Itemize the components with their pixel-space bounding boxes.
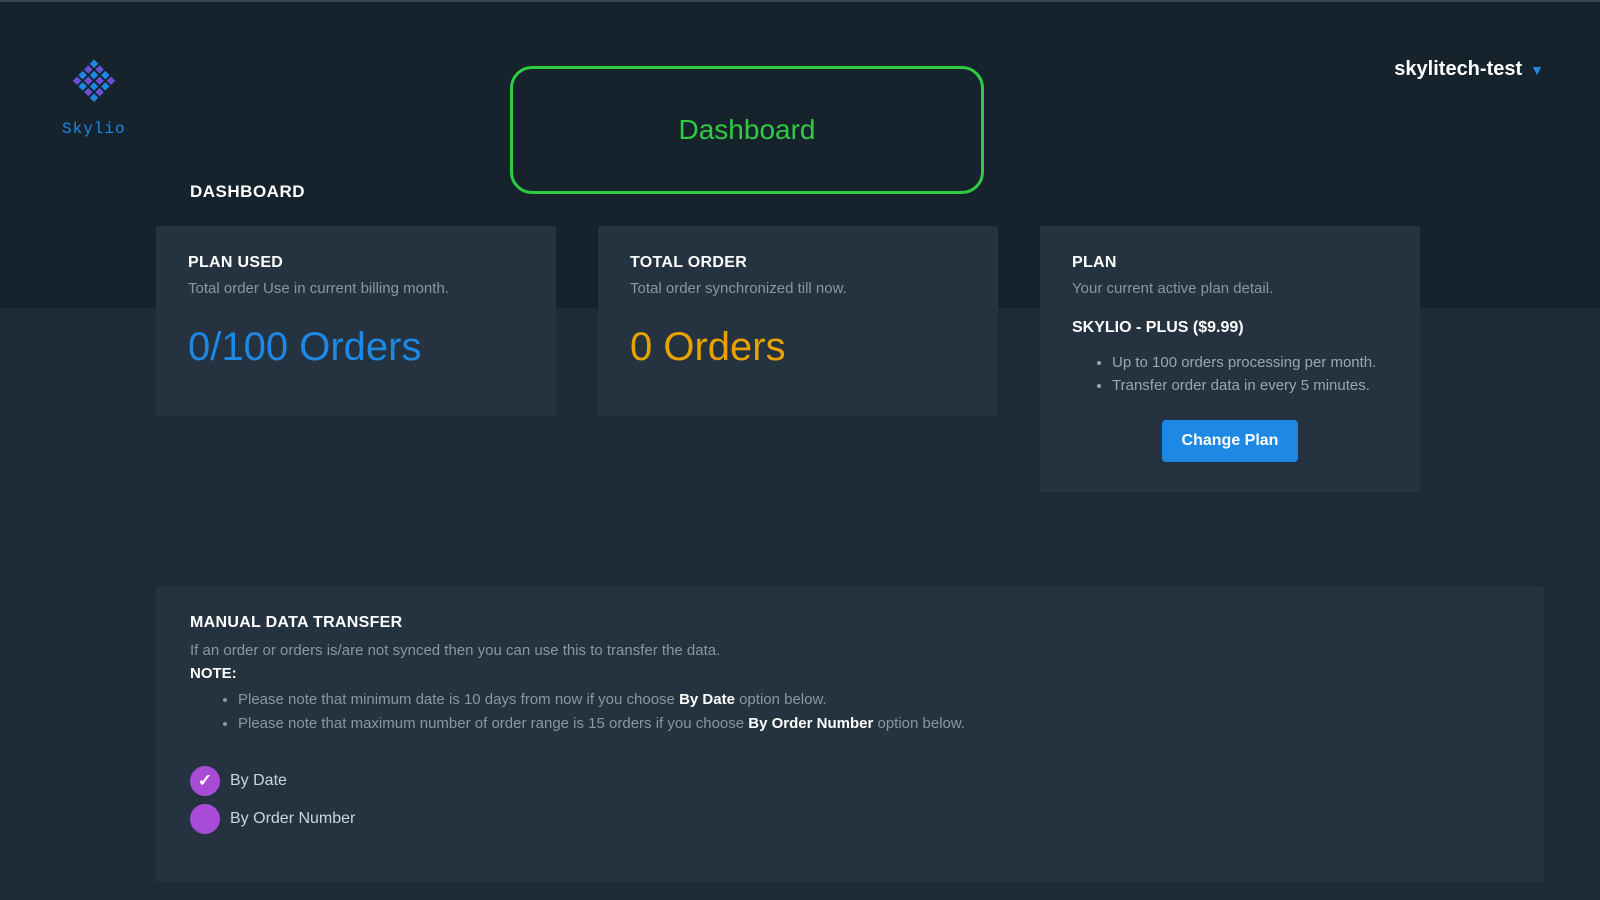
account-selected-label: skylitech-test [1394,58,1522,81]
plan-used-subtitle: Total order Use in current billing month… [188,280,524,297]
plan-feature-list: Up to 100 orders processing per month. T… [1072,351,1388,398]
dashboard-pill-label: Dashboard [679,114,816,146]
total-order-title: TOTAL ORDER [630,254,966,272]
radio-by-date-label: By Date [230,772,287,790]
plan-used-card: PLAN USED Total order Use in current bil… [156,226,556,416]
section-title-dashboard: DASHBOARD [190,182,305,202]
dashboard-pill: Dashboard [510,66,984,194]
plan-used-value: 0/100 Orders [188,325,524,370]
plan-feature-item: Up to 100 orders processing per month. [1112,351,1388,374]
radio-by-order-label: By Order Number [230,810,355,828]
plan-name: SKYLIO - PLUS ($9.99) [1072,319,1388,337]
total-order-value: 0 Orders [630,325,966,370]
radio-by-order-number[interactable]: By Order Number [190,804,1510,834]
plan-title: PLAN [1072,254,1388,272]
manual-note-item: Please note that minimum date is 10 days… [238,688,1510,712]
total-order-subtitle: Total order synchronized till now. [630,280,966,297]
radio-indicator-icon [190,804,220,834]
stat-cards-row: PLAN USED Total order Use in current bil… [156,226,1544,492]
radio-indicator-icon [190,766,220,796]
radio-by-date[interactable]: By Date [190,766,1510,796]
caret-down-icon: ▼ [1530,62,1544,78]
manual-note-item: Please note that maximum number of order… [238,712,1510,736]
manual-notes-list: Please note that minimum date is 10 days… [190,688,1510,736]
plan-card: PLAN Your current active plan detail. SK… [1040,226,1420,492]
change-plan-button[interactable]: Change Plan [1162,420,1299,462]
manual-title: MANUAL DATA TRANSFER [190,614,1510,632]
account-dropdown[interactable]: skylitech-test ▼ [1394,58,1544,81]
brand-logo: Skylio [62,56,126,138]
manual-note-label: NOTE: [190,665,1510,682]
plan-subtitle: Your current active plan detail. [1072,280,1388,297]
plan-feature-item: Transfer order data in every 5 minutes. [1112,374,1388,397]
diamond-grid-icon [65,56,123,114]
transfer-mode-radio-group: By Date By Order Number [190,766,1510,834]
manual-description: If an order or orders is/are not synced … [190,642,1510,659]
manual-transfer-card: MANUAL DATA TRANSFER If an order or orde… [156,586,1544,882]
total-order-card: TOTAL ORDER Total order synchronized til… [598,226,998,416]
brand-name: Skylio [62,120,126,138]
plan-used-title: PLAN USED [188,254,524,272]
